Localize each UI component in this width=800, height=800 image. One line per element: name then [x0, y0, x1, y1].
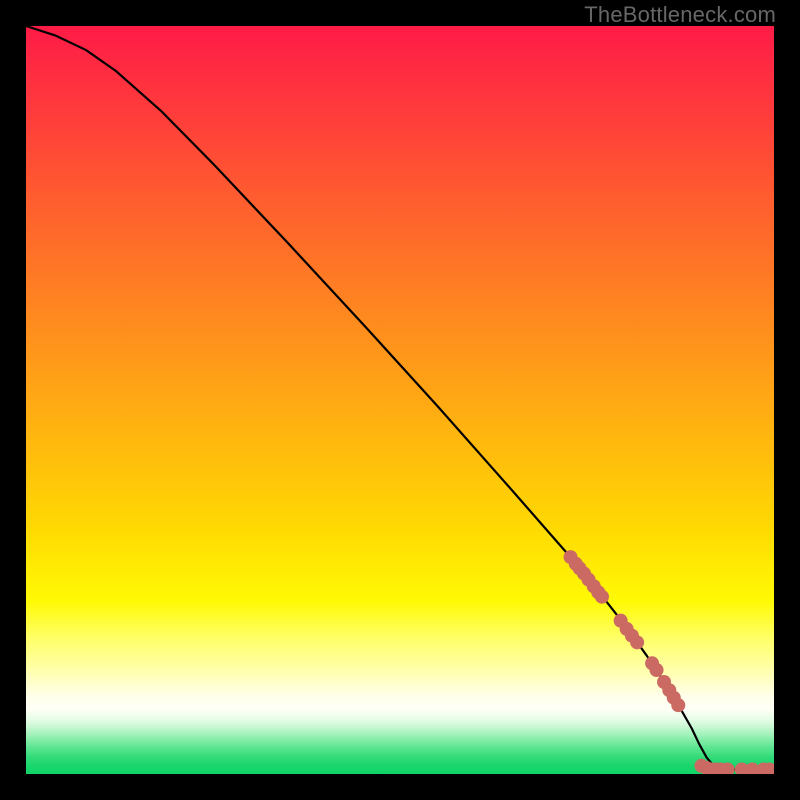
data-point — [671, 698, 685, 712]
scatter-points — [564, 550, 774, 774]
plot-area — [26, 26, 774, 774]
bottleneck-curve — [26, 26, 774, 770]
curve-layer — [26, 26, 774, 774]
watermark-text: TheBottleneck.com — [584, 2, 776, 28]
data-point — [650, 663, 664, 677]
data-point — [630, 635, 644, 649]
data-point — [595, 590, 609, 604]
chart-frame: TheBottleneck.com — [0, 0, 800, 800]
